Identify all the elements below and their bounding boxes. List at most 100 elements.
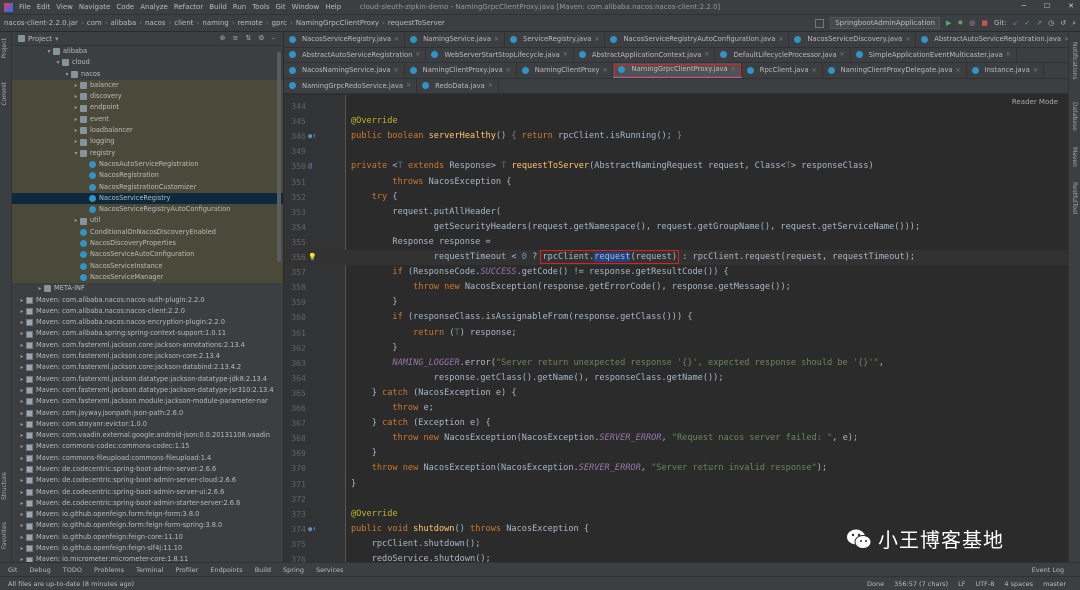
close-tab-icon[interactable]: ✕ bbox=[394, 67, 399, 74]
expand-arrow-icon[interactable]: ▾ bbox=[63, 69, 71, 80]
expand-arrow-icon[interactable]: ▾ bbox=[54, 57, 62, 68]
expand-arrow-icon[interactable]: ▸ bbox=[18, 328, 26, 339]
status-item[interactable]: UTF-8 bbox=[975, 580, 994, 588]
tree-item[interactable]: ▸ Maven: de.codecentric:spring-boot-admin… bbox=[12, 475, 283, 486]
user-icon[interactable] bbox=[815, 18, 825, 28]
event-log-button[interactable]: Event Log bbox=[1032, 566, 1064, 574]
menu-run[interactable]: Run bbox=[233, 3, 246, 11]
close-tab-icon[interactable]: ✕ bbox=[594, 36, 599, 43]
close-tab-icon[interactable]: ✕ bbox=[1033, 67, 1038, 74]
expand-arrow-icon[interactable]: ▸ bbox=[18, 543, 26, 554]
menu-window[interactable]: Window bbox=[292, 3, 320, 11]
breadcrumb-item[interactable]: nacos-client-2.2.0.jar bbox=[4, 19, 78, 27]
tree-item[interactable]: ▸ discovery bbox=[12, 91, 283, 103]
close-tab-icon[interactable]: ✕ bbox=[731, 66, 736, 73]
gear-icon[interactable]: ⚙ bbox=[258, 34, 264, 42]
breadcrumb-item[interactable]: com bbox=[87, 19, 102, 27]
tool-tab-terminal[interactable]: Terminal bbox=[136, 566, 163, 574]
tool-tab-endpoints[interactable]: Endpoints bbox=[210, 566, 242, 574]
code-line[interactable]: 350 @ private <T extends Response> T reque… bbox=[284, 159, 1068, 174]
code-line[interactable]: 358 throw new NacosException(response.ge… bbox=[284, 280, 1068, 295]
expand-arrow-icon[interactable]: ▸ bbox=[18, 408, 26, 419]
override-gutter-icon[interactable]: ●↑ bbox=[308, 522, 318, 537]
expand-arrow-icon[interactable]: ▸ bbox=[18, 554, 26, 562]
code-line[interactable]: 345 @Override bbox=[284, 114, 1068, 129]
expand-arrow-icon[interactable]: ▸ bbox=[18, 453, 26, 464]
tree-item[interactable]: ▸ Maven: com.fasterxml.jackson.datatype:j… bbox=[12, 374, 283, 385]
menu-git[interactable]: Git bbox=[275, 3, 285, 11]
close-tab-icon[interactable]: ✕ bbox=[905, 36, 910, 43]
menu-navigate[interactable]: Navigate bbox=[79, 3, 110, 11]
tree-item[interactable]: ▸ Maven: com.alibaba.nacos:nacos-encrypti… bbox=[12, 317, 283, 328]
expand-arrow-icon[interactable]: ▸ bbox=[18, 317, 26, 328]
tree-item[interactable]: ▸ Maven: commons-fileupload:commons-fileu… bbox=[12, 453, 283, 464]
expand-arrow-icon[interactable]: ▸ bbox=[18, 340, 26, 351]
code-line[interactable]: 344 bbox=[284, 99, 1068, 114]
tree-item[interactable]: NacosDiscoveryProperties bbox=[12, 238, 283, 250]
expand-arrow-icon[interactable]: ▸ bbox=[72, 80, 80, 91]
breadcrumb-item[interactable]: requestToServer bbox=[388, 19, 445, 27]
editor-tab[interactable]: NamingService.java ✕ bbox=[405, 32, 506, 47]
editor-tab[interactable]: Instance.java ✕ bbox=[967, 63, 1044, 78]
run-configuration-select[interactable]: SpringbootAdminApplication bbox=[830, 17, 940, 29]
code-line[interactable]: 376 redoService.shutdown(); bbox=[284, 552, 1068, 562]
close-icon[interactable]: ✕ bbox=[1068, 2, 1074, 10]
tree-item[interactable]: ▸ Maven: de.codecentric:spring-boot-admin… bbox=[12, 464, 283, 475]
notifications-tool-tab[interactable]: Notifications bbox=[1071, 42, 1078, 80]
tree-item[interactable]: ▸ Maven: io.github.openfeign:feign-slf4j:… bbox=[12, 543, 283, 554]
expand-arrow-icon[interactable]: ▸ bbox=[72, 114, 80, 125]
tree-item[interactable]: ▸ Maven: com.vaadin.external.google:andro… bbox=[12, 430, 283, 441]
editor-tab[interactable]: NamingGrpcRedoService.java ✕ bbox=[284, 78, 418, 93]
tree-item[interactable]: NacosServiceRegistry bbox=[12, 192, 283, 205]
tree-item[interactable]: ▸ logging bbox=[12, 136, 283, 148]
code-line[interactable]: 360 if (responseClass.isAssignableFrom(r… bbox=[284, 310, 1068, 325]
tree-item[interactable]: ▾ alibaba bbox=[12, 46, 283, 57]
tree-item[interactable]: ▸ loadbalancer bbox=[12, 125, 283, 137]
tree-item[interactable]: ▸ endpoint bbox=[12, 102, 283, 114]
editor-tab[interactable]: NamingClientProxyDelegate.java ✕ bbox=[823, 63, 967, 78]
editor-tab[interactable]: DefaultLifecycleProcessor.java ✕ bbox=[715, 47, 851, 62]
override-gutter-icon[interactable]: ●↑ bbox=[308, 129, 318, 144]
expand-arrow-icon[interactable]: ▸ bbox=[18, 532, 26, 543]
tool-tab-profiler[interactable]: Profiler bbox=[175, 566, 198, 574]
expand-arrow-icon[interactable]: ▸ bbox=[18, 464, 26, 475]
favorites-tool-tab[interactable]: Favorites bbox=[1, 522, 8, 549]
code-line[interactable]: 369 } bbox=[284, 446, 1068, 461]
tree-item[interactable]: ▸ Maven: io.micrometer:micrometer-core:1.… bbox=[12, 554, 283, 562]
commit-tool-tab[interactable]: Commit bbox=[1, 82, 8, 106]
expand-arrow-icon[interactable]: ▸ bbox=[18, 362, 26, 373]
editor-tab[interactable]: RpcClient.java ✕ bbox=[742, 63, 823, 78]
tree-item[interactable]: ▸ Maven: com.fasterxml.jackson.module:jac… bbox=[12, 396, 283, 407]
breadcrumb-item[interactable]: NamingGrpcClientProxy bbox=[296, 19, 379, 27]
expand-arrow-icon[interactable]: ▸ bbox=[36, 283, 44, 294]
chevron-down-icon[interactable]: ▾ bbox=[55, 35, 59, 43]
tree-item[interactable]: ▸ Maven: de.codecentric:spring-boot-admin… bbox=[12, 487, 283, 498]
editor-tab[interactable]: NamingClientProxy.java ✕ bbox=[405, 63, 517, 78]
expand-arrow-icon[interactable]: ▾ bbox=[45, 46, 53, 57]
collapse-all-icon[interactable]: ≡ bbox=[232, 34, 238, 42]
code-line[interactable]: 363 NAMING_LOGGER.error("Server return u… bbox=[284, 356, 1068, 371]
tree-item[interactable]: NacosRegistration bbox=[12, 170, 283, 182]
close-tab-icon[interactable]: ✕ bbox=[563, 51, 568, 58]
code-line[interactable]: 372 bbox=[284, 492, 1068, 507]
breadcrumb-item[interactable]: alibaba bbox=[111, 19, 137, 27]
git-update-icon[interactable]: ↙ bbox=[1012, 19, 1018, 27]
editor-tab[interactable]: AbstractAutoServiceRegistration.java✕ bbox=[916, 32, 1068, 47]
expand-arrow-icon[interactable]: ▸ bbox=[18, 396, 26, 407]
breadcrumb-item[interactable]: nacos bbox=[145, 19, 166, 27]
annotation-gutter-icon[interactable]: @ bbox=[308, 159, 318, 174]
status-item[interactable]: 4 spaces bbox=[1004, 580, 1033, 588]
tree-item[interactable]: ▸ Maven: commons-codec:commons-codec:1.15 bbox=[12, 441, 283, 452]
status-item[interactable]: 356:57 (7 chars) bbox=[894, 580, 948, 588]
close-tab-icon[interactable]: ✕ bbox=[506, 67, 511, 74]
editor-tab[interactable]: SimpleApplicationEventMulticaster.java ✕ bbox=[851, 47, 1017, 62]
tree-item[interactable]: ▸ Maven: com.jayway.jsonpath:json-path:2.… bbox=[12, 408, 283, 419]
menu-view[interactable]: View bbox=[56, 3, 73, 11]
expand-arrow-icon[interactable]: ▸ bbox=[18, 487, 26, 498]
tool-tab-build[interactable]: Build bbox=[255, 566, 271, 574]
maven-tool-tab[interactable]: Maven bbox=[1071, 147, 1078, 167]
editor-tab[interactable]: ServiceRegistry.java ✕ bbox=[505, 32, 606, 47]
tree-item[interactable]: ▸ Maven: com.fasterxml.jackson.core:jacks… bbox=[12, 362, 283, 373]
expand-all-icon[interactable]: ⇅ bbox=[245, 34, 251, 42]
editor-tab[interactable]: NacosServiceDiscovery.java ✕ bbox=[789, 32, 917, 47]
